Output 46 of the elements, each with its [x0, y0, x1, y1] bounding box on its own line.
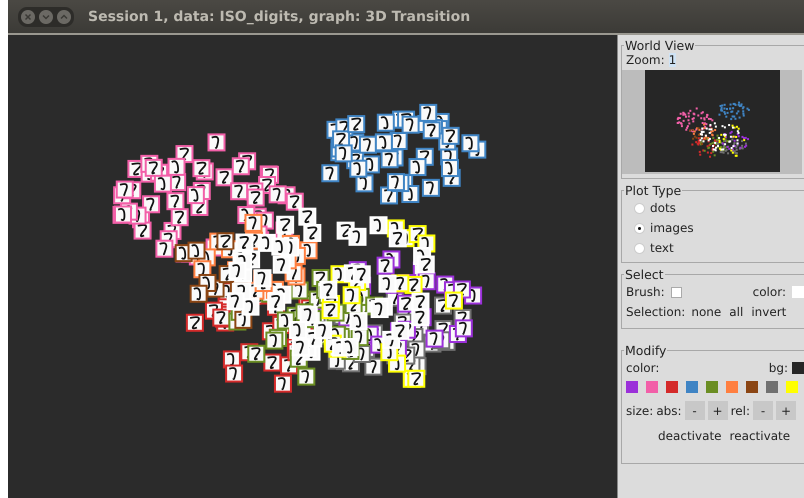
- color-swatch[interactable]: [786, 381, 798, 393]
- size-label: size:: [626, 404, 654, 418]
- selection-label: Selection:: [626, 305, 686, 319]
- color-swatch[interactable]: [726, 381, 738, 393]
- color-swatch[interactable]: [766, 381, 778, 393]
- option-label: dots: [650, 201, 676, 215]
- group-title: Select: [624, 267, 665, 282]
- radio-button[interactable]: [634, 222, 645, 234]
- group-title: World View: [624, 38, 696, 53]
- selection-link[interactable]: none: [689, 305, 724, 319]
- color-swatch[interactable]: [746, 381, 758, 393]
- color-label: color:: [626, 361, 660, 375]
- brush-label: Brush:: [626, 285, 665, 299]
- brush-checkbox[interactable]: [670, 286, 682, 298]
- zoom-label: Zoom:: [626, 53, 665, 67]
- bg-label: bg:: [768, 361, 788, 375]
- size-button[interactable]: +: [776, 401, 796, 420]
- option-label: images: [650, 221, 694, 235]
- action-link[interactable]: deactivate: [656, 429, 724, 443]
- selection-link[interactable]: all: [727, 305, 746, 319]
- action-link[interactable]: reactivate: [728, 429, 792, 443]
- minimap[interactable]: [644, 70, 780, 172]
- color-swatch[interactable]: [686, 381, 698, 393]
- maximize-icon[interactable]: [56, 8, 72, 24]
- zoom-value: 1: [668, 53, 676, 67]
- radio-button[interactable]: [634, 202, 645, 214]
- size-button[interactable]: -: [684, 401, 705, 420]
- color-label: color:: [752, 285, 786, 299]
- rel-label: rel:: [730, 404, 750, 418]
- selection-link[interactable]: invert: [749, 305, 788, 319]
- minimize-icon[interactable]: [38, 8, 54, 24]
- group-title: Plot Type: [624, 183, 682, 198]
- color-swatch[interactable]: [626, 381, 638, 393]
- color-swatch[interactable]: [792, 286, 804, 298]
- option-label: text: [650, 241, 674, 255]
- group-title: Modify: [624, 343, 668, 358]
- size-button[interactable]: -: [753, 401, 774, 420]
- color-swatch[interactable]: [646, 381, 658, 393]
- abs-label: abs:: [656, 404, 682, 418]
- color-swatch[interactable]: [706, 381, 718, 393]
- bg-swatch[interactable]: [792, 362, 804, 374]
- color-swatch[interactable]: [666, 381, 678, 393]
- radio-button[interactable]: [634, 242, 645, 254]
- window-title: Session 1, data: ISO_digits, graph: 3D Transition: [88, 8, 470, 24]
- close-icon[interactable]: [20, 8, 36, 24]
- size-button[interactable]: +: [708, 401, 728, 420]
